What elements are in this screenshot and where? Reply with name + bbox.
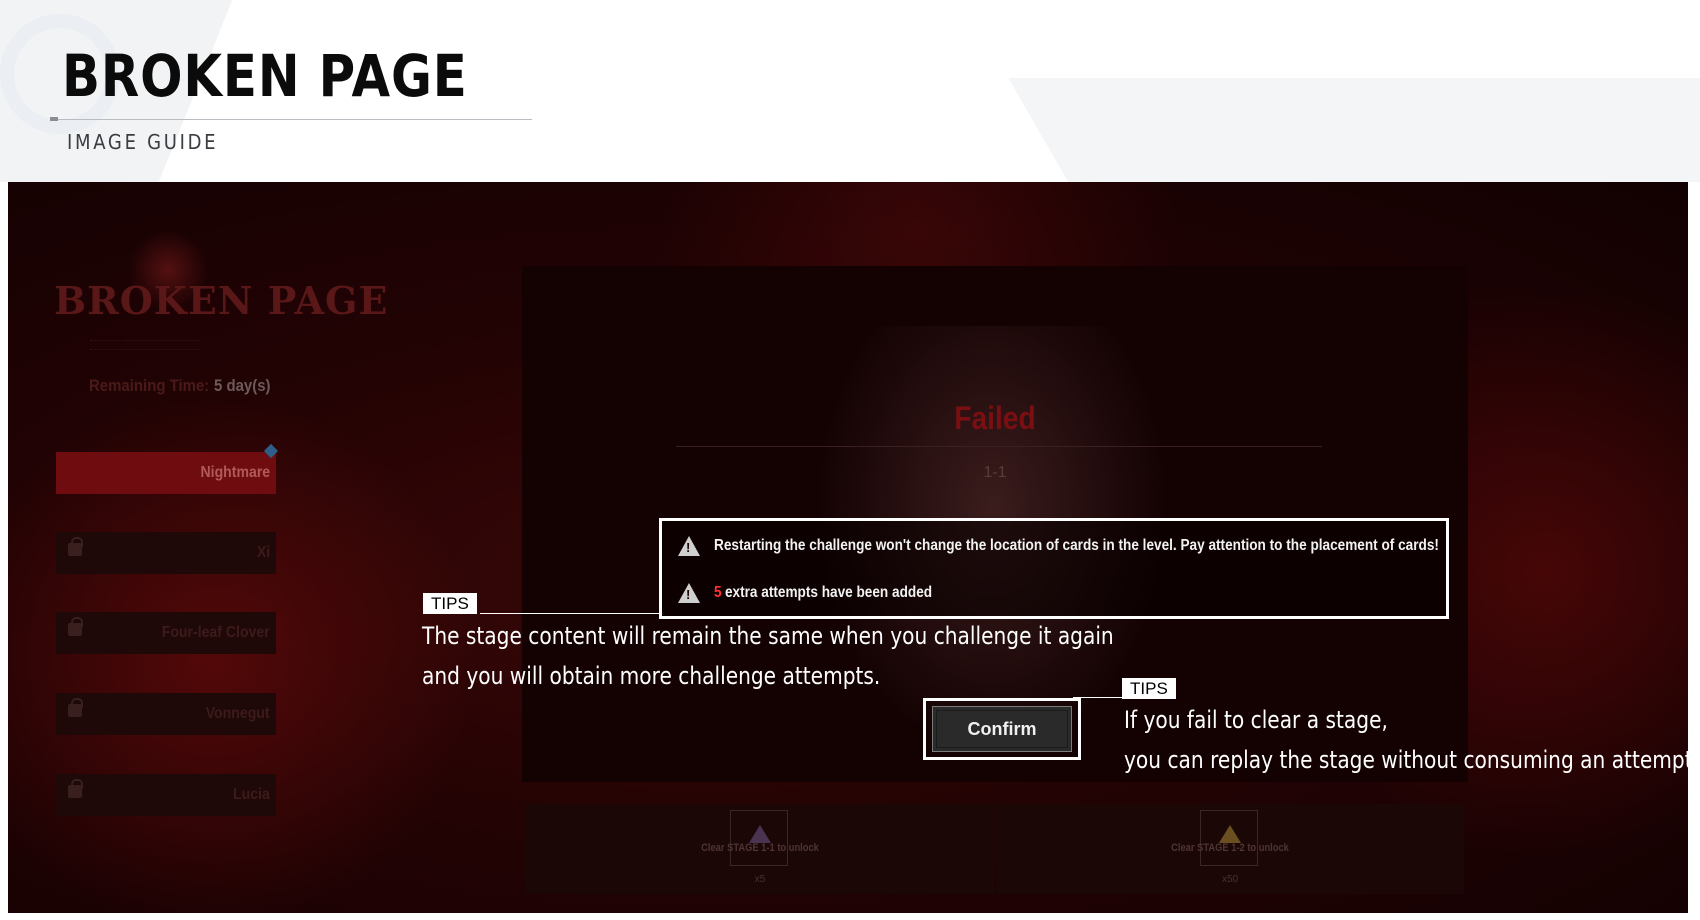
tips-leader-line	[480, 613, 660, 614]
warning-text: Restarting the challenge won't change th…	[714, 537, 1439, 554]
tip-text-replay: If you fail to clear a stage, you can re…	[1124, 700, 1699, 780]
reward-quantity: x50	[1221, 874, 1239, 885]
warning-line: 5extra attempts have been added	[678, 581, 971, 605]
result-title: Failed	[954, 400, 1036, 436]
tips-tag: TIPS	[423, 593, 477, 614]
title-divider	[50, 119, 532, 120]
tips-tag: TIPS	[1122, 678, 1176, 699]
difficulty-label: Four-leaf Clover	[162, 624, 270, 641]
title-divider-mark	[50, 117, 58, 121]
reward-quantity: x5	[754, 874, 766, 885]
reward-item-icon	[730, 810, 788, 866]
lock-icon	[68, 537, 83, 556]
tip-text-restart: The stage content will remain the same w…	[422, 616, 1114, 696]
tip-line: If you fail to clear a stage,	[1124, 706, 1388, 734]
lock-icon	[68, 698, 83, 717]
difficulty-label: Xi	[256, 544, 270, 561]
result-divider	[676, 446, 1322, 447]
difficulty-xi-button[interactable]: Xi	[56, 532, 276, 574]
confirm-highlight-box: Confirm	[923, 698, 1081, 760]
reward-row: Clear STAGE 1-1 to unlock x5 Clear STAGE…	[526, 804, 1466, 894]
reward-card[interactable]: Clear STAGE 1-1 to unlock x5	[526, 804, 994, 894]
difficulty-nightmare-button[interactable]: Nightmare	[56, 443, 279, 494]
reward-unlock-text: Clear STAGE 1-1 to unlock	[701, 842, 819, 854]
reward-item-icon	[1200, 810, 1258, 866]
extra-attempts-count: 5	[714, 584, 722, 601]
event-logo: BROKEN PAGE	[54, 278, 389, 323]
page-title: BROKEN PAGE	[62, 42, 468, 110]
difficulty-label: Nightmare	[200, 464, 270, 481]
difficulty-vonnegut-button[interactable]: Vonnegut	[56, 693, 276, 735]
tip-line: The stage content will remain the same w…	[422, 622, 1114, 650]
warning-icon	[678, 536, 700, 556]
lock-icon	[68, 779, 83, 798]
difficulty-label: Vonnegut	[206, 705, 270, 722]
lock-icon	[68, 617, 83, 636]
difficulty-lucia-button[interactable]: Lucia	[56, 774, 276, 816]
game-screenshot: BROKEN PAGE Remaining Time: 5 day(s) Nig…	[8, 182, 1688, 913]
warning-icon	[678, 583, 700, 603]
header-decor-right	[1008, 78, 1700, 182]
logo-decoration	[90, 340, 200, 350]
remaining-time-label: Remaining Time:	[89, 376, 210, 395]
reward-unlock-text: Clear STAGE 1-2 to unlock	[1171, 842, 1289, 854]
confirm-button[interactable]: Confirm	[932, 706, 1072, 752]
tip-line: and you will obtain more challenge attem…	[422, 662, 881, 690]
extra-attempts-text: extra attempts have been added	[724, 584, 933, 601]
tips-leader-line	[1073, 697, 1123, 698]
reward-card[interactable]: Clear STAGE 1-2 to unlock x50	[996, 804, 1464, 894]
warning-highlight-box: Restarting the challenge won't change th…	[659, 518, 1449, 619]
tip-line: you can replay the stage without consumi…	[1124, 746, 1700, 774]
remaining-time-value: 5 day(s)	[214, 376, 271, 395]
warning-line: Restarting the challenge won't change th…	[678, 534, 1567, 558]
page-header: BROKEN PAGE IMAGE GUIDE	[0, 0, 1700, 182]
difficulty-four-leaf-clover-button[interactable]: Four-leaf Clover	[56, 612, 276, 654]
stage-code: 1-1	[983, 464, 1007, 481]
warning-text: 5 extra attempts have been added	[714, 584, 932, 602]
difficulty-label: Lucia	[233, 786, 270, 803]
page-subtitle: IMAGE GUIDE	[67, 130, 219, 154]
